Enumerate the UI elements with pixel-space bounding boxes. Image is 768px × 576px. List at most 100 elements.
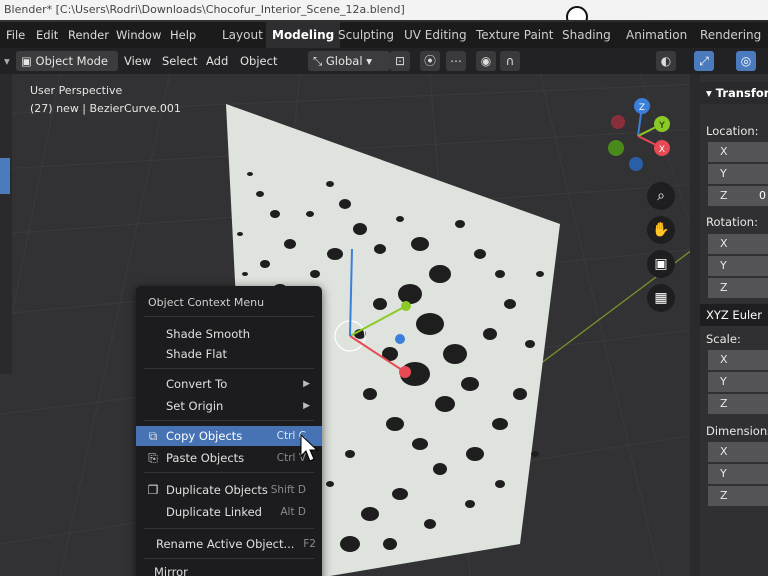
menu-divider: [144, 472, 314, 473]
dimensions-y-field[interactable]: Y: [708, 464, 768, 484]
orientation-icon: ⤡: [313, 54, 326, 68]
mode-label: Object Mode: [35, 54, 108, 68]
visibility-icon[interactable]: ◐: [656, 51, 676, 71]
axis-label: Y: [720, 375, 727, 388]
zoom-icon[interactable]: ⌕: [647, 182, 675, 210]
snap-icon[interactable]: ⦿: [420, 51, 440, 71]
tab-rendering[interactable]: Rendering: [700, 22, 761, 48]
menu-item-mirror[interactable]: Mirror: [136, 562, 322, 576]
menu-item-set-origin[interactable]: Set Origin ▶: [136, 396, 322, 416]
axis-label: Z: [720, 489, 728, 502]
object-info-label: (27) new | BezierCurve.001: [30, 102, 181, 115]
menu-item-copy-objects[interactable]: ⧉ Copy Objects Ctrl C: [136, 426, 322, 446]
pivot-icon[interactable]: ⊡: [390, 51, 410, 71]
scale-z-field[interactable]: Z: [708, 394, 768, 414]
menu-item-label: Shade Smooth: [166, 327, 251, 341]
rotation-mode-select[interactable]: XYZ Euler: [700, 304, 768, 326]
gizmo-toggle-icon[interactable]: ⤢: [694, 51, 714, 71]
menu-item-duplicate-objects[interactable]: ❐ Duplicate Objects Shift D: [136, 480, 322, 500]
menu-item-shade-smooth[interactable]: Shade Smooth: [136, 324, 322, 344]
mode-icon: ▣: [21, 54, 36, 68]
snap-target-icon[interactable]: ⋯: [446, 51, 466, 71]
tab-animation[interactable]: Animation: [626, 22, 687, 48]
menu-select[interactable]: Select: [162, 48, 197, 74]
perspective-toggle-icon[interactable]: ▦: [647, 284, 675, 312]
menu-file[interactable]: File: [6, 22, 25, 48]
menu-edit[interactable]: Edit: [36, 22, 58, 48]
menu-item-paste-objects[interactable]: ⎘ Paste Objects Ctrl V: [136, 448, 322, 468]
menu-item-label: Paste Objects: [166, 451, 245, 465]
dimensions-x-field[interactable]: X: [708, 442, 768, 462]
tab-layout[interactable]: Layout: [222, 22, 263, 48]
scale-x-field[interactable]: X: [708, 350, 768, 370]
menu-render[interactable]: Render: [68, 22, 109, 48]
menu-view[interactable]: View: [124, 48, 151, 74]
paste-icon: ⎘: [148, 451, 158, 465]
tab-sculpting[interactable]: Sculpting: [338, 22, 394, 48]
scale-y-field[interactable]: Y: [708, 372, 768, 392]
orientation-selector[interactable]: ⤡ Global ▾: [308, 51, 390, 71]
menu-item-duplicate-linked[interactable]: Duplicate Linked Alt D: [136, 502, 322, 522]
pan-hand-icon[interactable]: ✋: [647, 216, 675, 244]
tab-modeling[interactable]: Modeling: [266, 22, 341, 48]
menu-help[interactable]: Help: [170, 22, 196, 48]
3d-viewport[interactable]: User Perspective (27) new | BezierCurve.…: [0, 74, 700, 576]
menu-item-shade-flat[interactable]: Shade Flat: [136, 344, 322, 364]
gizmo-y-label: Y: [658, 121, 665, 131]
transform-panel-title: Transform: [715, 86, 768, 100]
menu-divider: [144, 558, 314, 559]
editor-type-chevron-icon[interactable]: ▾: [4, 48, 10, 74]
copy-icon: ⧉: [148, 429, 158, 443]
proportional-edit-icon[interactable]: ◉: [476, 51, 496, 71]
menu-add[interactable]: Add: [206, 48, 228, 74]
dimensions-label: Dimensions:: [706, 424, 768, 438]
location-y-field[interactable]: Y: [708, 164, 768, 184]
overlay-toggle-icon[interactable]: ◎: [736, 51, 756, 71]
sidebar-tabs[interactable]: [690, 74, 700, 576]
location-z-value: 0: [759, 189, 766, 202]
rotation-x-field[interactable]: X: [708, 234, 768, 254]
active-tool-button[interactable]: [0, 158, 10, 194]
rotation-label: Rotation:: [706, 215, 758, 229]
menu-item-label: Rename Active Object...: [156, 537, 295, 551]
tab-shading[interactable]: Shading: [562, 22, 611, 48]
tab-texture-paint[interactable]: Texture Paint: [476, 22, 553, 48]
rotation-y-field[interactable]: Y: [708, 256, 768, 276]
menu-item-shortcut: F2: [303, 538, 316, 550]
axis-label: X: [720, 237, 728, 250]
axis-label: Z: [720, 397, 728, 410]
menu-item-label: Convert To: [166, 377, 228, 391]
mouse-cursor-icon: [300, 434, 319, 462]
menu-item-convert-to[interactable]: Convert To ▶: [136, 374, 322, 394]
top-menubar: File Edit Render Window Help Layout Mode…: [0, 22, 768, 48]
falloff-icon[interactable]: ∩: [500, 51, 520, 71]
menu-item-label: Duplicate Objects: [166, 483, 268, 497]
context-menu-title: Object Context Menu: [148, 296, 265, 309]
axis-label: Z: [720, 281, 728, 294]
location-label: Location:: [706, 124, 759, 138]
menu-item-label: Copy Objects: [166, 429, 243, 443]
menu-item-rename-active-object[interactable]: Rename Active Object... F2: [136, 534, 322, 554]
tab-uv-editing[interactable]: UV Editing: [404, 22, 467, 48]
camera-icon[interactable]: ▣: [647, 250, 675, 278]
textured-plane[interactable]: [0, 74, 700, 576]
menu-item-label: Shade Flat: [166, 347, 228, 361]
screen-dot-icon: [566, 6, 588, 20]
rotation-z-field[interactable]: Z: [708, 278, 768, 298]
menu-object[interactable]: Object: [240, 48, 277, 74]
axis-label: X: [720, 445, 728, 458]
transform-panel-header[interactable]: ▾ Transform: [700, 82, 768, 104]
submenu-arrow-icon: ▶: [303, 401, 310, 411]
location-z-field[interactable]: Z0: [708, 186, 768, 206]
n-panel-sidebar: ▾ Transform Location: X Y Z0 Rotation: X…: [700, 74, 768, 576]
menu-window[interactable]: Window: [116, 22, 161, 48]
title-bar: Blender* [C:\Users\Rodri\Downloads\Choco…: [0, 0, 768, 20]
menu-divider: [144, 368, 314, 369]
menu-item-shortcut: Shift D: [270, 484, 306, 496]
dimensions-z-field[interactable]: Z: [708, 486, 768, 506]
mode-selector[interactable]: ▣ Object Mode ▾: [16, 51, 118, 88]
location-x-field[interactable]: X: [708, 142, 768, 162]
duplicate-icon: ❐: [147, 483, 159, 497]
navigation-gizmo[interactable]: Z Y X: [600, 92, 680, 172]
chevron-down-icon: ▾: [706, 86, 716, 100]
